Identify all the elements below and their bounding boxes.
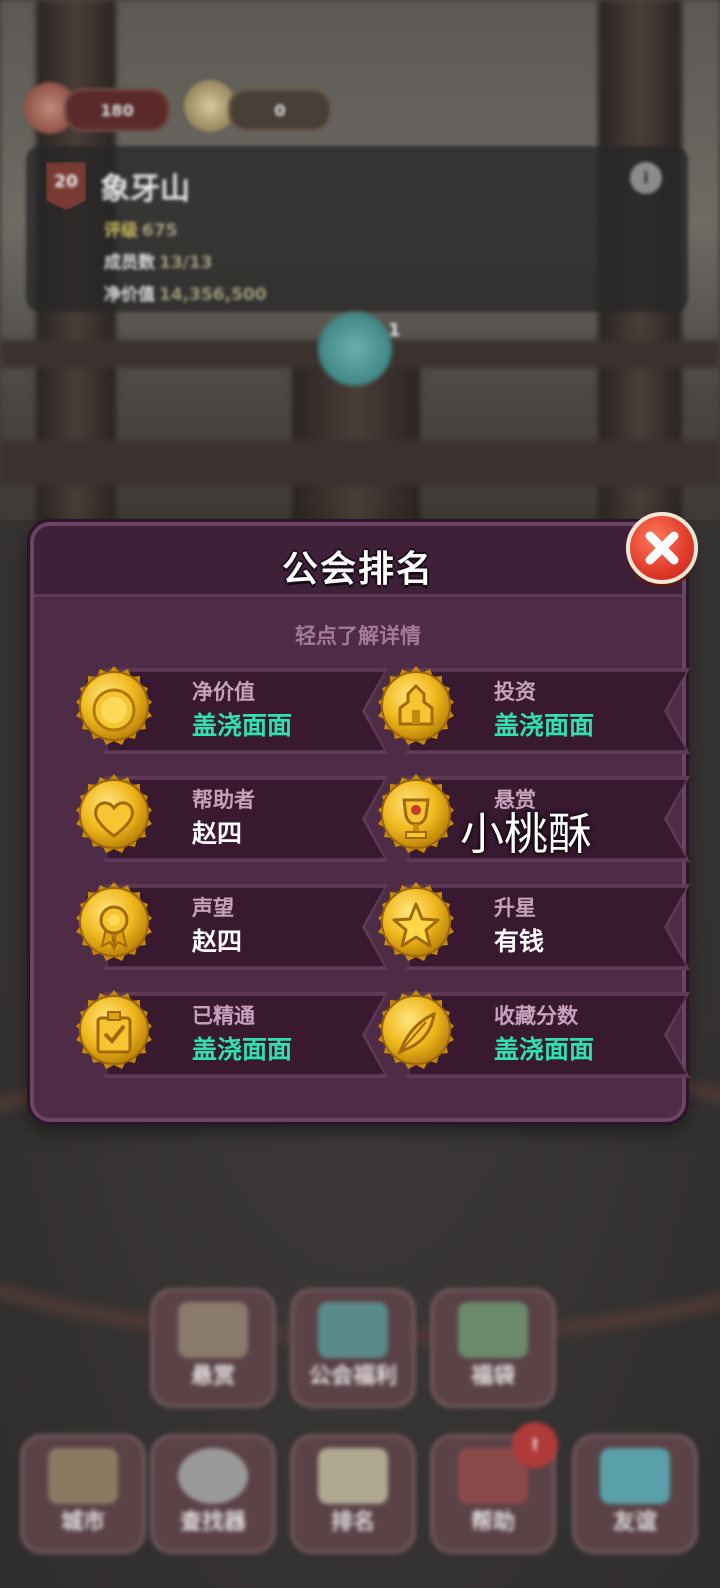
ranking-card-collection-score[interactable]: 收藏分数 盖浇面面 [370,988,690,1078]
close-x-icon [645,531,679,565]
lightning-icon [318,1302,388,1358]
guild-stat-members: 成员数 13/13 [104,248,213,273]
ranking-card-star-up[interactable]: 升星 有钱 [370,880,690,970]
city-icon [48,1448,118,1504]
card-label: 净价值 [192,680,255,704]
bounty-button-label: 悬赏 [190,1364,235,1389]
card-value: 有钱 [494,927,545,956]
guild-name: 象牙山 [100,172,190,207]
guild-hall-orb-icon[interactable] [318,312,392,386]
guild-stat-label: 评级 [104,221,138,241]
guild-stat-networth: 净价值 14,356,500 [104,280,267,305]
guild-perks-button[interactable]: 公会福利 [290,1288,416,1408]
help-notification-badge: ! [512,1422,558,1468]
finder-button-label: 查找器 [179,1510,246,1535]
help-button-label: 帮助 [470,1510,515,1535]
coin-icon [75,665,153,746]
card-value: 盖浇面面 [494,711,595,740]
card-label: 升星 [494,896,536,920]
resource1-value: 180 [100,100,134,120]
modal-subtitle[interactable]: 轻点了解详情 [34,620,682,650]
city-button[interactable]: 城市 [20,1434,146,1554]
card-value: 赵四 [192,927,243,956]
orb-count: 1 [388,320,401,341]
guild-stat-label: 净价值 [104,285,155,305]
info-icon[interactable]: i [630,162,662,194]
modal-title: 公会排名 [281,549,434,590]
lucky-bag-button-label: 福袋 [470,1364,515,1389]
trophy-icon [377,773,455,854]
ranking-card-reputation[interactable]: 声望 赵四 [68,880,388,970]
ribbon-medal-icon [75,881,153,962]
guild-stat-value: 13/13 [159,253,213,273]
card-label: 投资 [494,680,536,704]
card-label: 已精通 [192,1004,255,1028]
lucky-bag-button[interactable]: 福袋 [430,1288,556,1408]
guild-perks-button-label: 公会福利 [308,1364,397,1389]
ranking-button[interactable]: 排名 [290,1434,416,1554]
guild-stat-label: 成员数 [104,253,155,273]
ranking-card-helper[interactable]: 帮助者 赵四 [68,772,388,862]
resource2-counter[interactable]: 0 [228,88,332,132]
card-label: 帮助者 [192,788,255,812]
heart-icon [600,1448,670,1504]
card-value: 赵四 [192,819,243,848]
ranking-card-net-worth[interactable]: 净价值 盖浇面面 [68,664,388,754]
card-label: 声望 [192,896,234,920]
ranking-card-investment[interactable]: 投资 盖浇面面 [370,664,690,754]
guild-level-badge: 20 [46,162,86,210]
city-button-label: 城市 [60,1510,105,1535]
feather-icon [377,989,455,1070]
buildings-icon [377,665,455,746]
card-value: 盖浇面面 [192,711,293,740]
podium-icon [318,1448,388,1504]
card-label: 收藏分数 [494,1004,578,1028]
close-button[interactable] [626,512,698,584]
guild-stat-rating: 评级 675 [104,216,178,241]
modal-header: 公会排名 [34,526,682,597]
notice-board-icon [178,1302,248,1358]
bounty-overlay-name: 小桃酥 [460,809,592,860]
background-beam [0,440,720,486]
card-value: 盖浇面面 [494,1035,595,1064]
card-value: 盖浇面面 [192,1035,293,1064]
bag-icon [458,1302,528,1358]
friendship-button[interactable]: 友谊 [572,1434,698,1554]
bounty-button[interactable]: 悬赏 [150,1288,276,1408]
ranking-card-mastered[interactable]: 已精通 盖浇面面 [68,988,388,1078]
resource2-value: 0 [274,100,286,120]
guild-stat-value: 14,356,500 [159,285,267,305]
ranking-button-label: 排名 [330,1510,375,1535]
guild-stat-value: 675 [142,221,178,241]
star-icon [377,881,455,962]
magnifier-icon [178,1448,248,1504]
resource1-counter[interactable]: 180 [64,88,170,132]
finder-button[interactable]: 查找器 [150,1434,276,1554]
checkbox-icon [75,989,153,1070]
heart-icon [75,773,153,854]
friendship-button-label: 友谊 [612,1510,657,1535]
